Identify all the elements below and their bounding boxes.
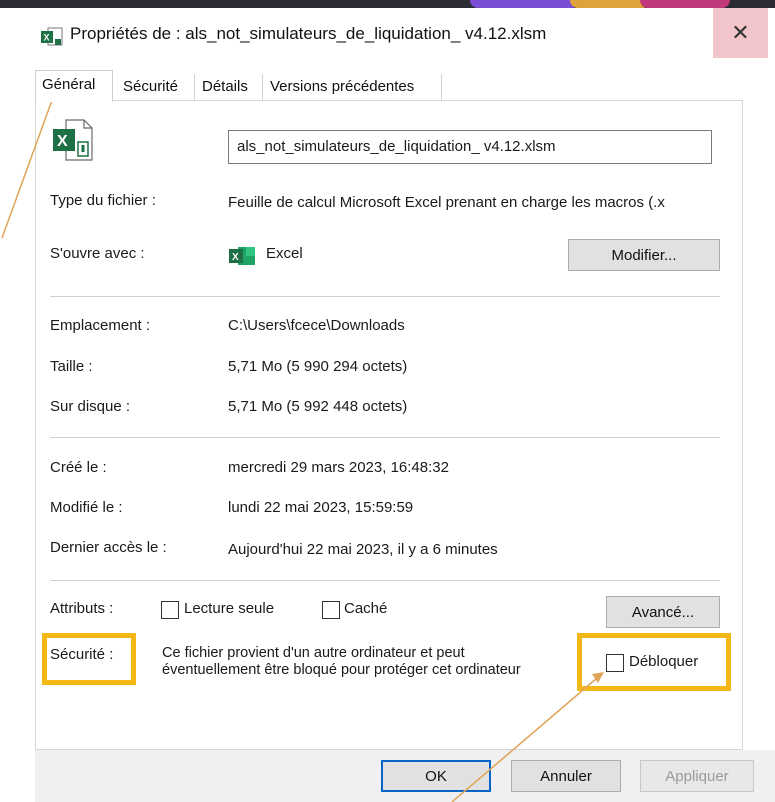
location-label: Emplacement : <box>50 317 151 334</box>
background-shape <box>640 0 730 8</box>
size-value: 5,71 Mo (5 990 294 octets) <box>228 358 408 375</box>
advanced-button-label: Avancé... <box>631 603 695 621</box>
svg-text:X: X <box>57 133 68 150</box>
background-shape <box>570 0 650 8</box>
tab-previous-versions[interactable]: Versions précédentes <box>264 74 442 101</box>
divider <box>50 580 720 581</box>
modified-label: Modifié le : <box>50 499 123 516</box>
size-on-disk-label: Sur disque : <box>50 398 131 415</box>
last-accessed-value: Aujourd'hui 22 mai 2023, il y a 6 minute… <box>228 541 498 558</box>
created-label: Créé le : <box>50 459 107 476</box>
window-title: Propriétés de : als_not_simulateurs_de_l… <box>70 24 547 43</box>
security-message-line1: Ce fichier provient d'un autre ordinateu… <box>162 645 465 661</box>
svg-text:X: X <box>232 252 239 263</box>
cancel-button[interactable]: Annuler <box>511 760 621 792</box>
divider <box>50 437 720 438</box>
attributes-label: Attributs : <box>50 600 114 617</box>
security-message-line2: éventuellement être bloqué pour protéger… <box>162 662 521 678</box>
tab-security[interactable]: Sécurité <box>117 74 195 101</box>
opens-with-value: Excel <box>266 245 303 262</box>
excel-file-icon: X <box>53 119 93 161</box>
cancel-button-label: Annuler <box>540 767 592 785</box>
divider <box>50 296 720 297</box>
apply-button[interactable]: Appliquer <box>640 760 754 792</box>
modify-button-label: Modifier... <box>611 246 677 264</box>
excel-app-icon: X <box>229 247 255 265</box>
file-type-value: Feuille de calcul Microsoft Excel prenan… <box>228 194 665 211</box>
tab-details[interactable]: Détails <box>196 74 263 101</box>
ok-button-label: OK <box>425 767 447 785</box>
created-value: mercredi 29 mars 2023, 16:48:32 <box>228 459 449 476</box>
background-shape <box>470 0 580 8</box>
last-accessed-label: Dernier accès le : <box>50 539 167 556</box>
readonly-checkbox[interactable] <box>161 601 179 619</box>
file-type-label: Type du fichier : <box>50 192 156 209</box>
unblock-label[interactable]: Débloquer <box>629 653 698 670</box>
filename-field[interactable]: als_not_simulateurs_de_liquidation_ v4.1… <box>228 130 712 164</box>
tab-label: Sécurité <box>123 78 179 95</box>
close-button[interactable]: ✕ <box>713 8 768 58</box>
modify-button[interactable]: Modifier... <box>568 239 720 271</box>
svg-text:X: X <box>44 33 50 43</box>
tab-label: Détails <box>202 78 248 95</box>
security-label: Sécurité : <box>50 646 114 663</box>
hidden-checkbox[interactable] <box>322 601 340 619</box>
tab-label: Général <box>42 76 96 93</box>
apply-button-label: Appliquer <box>665 767 729 785</box>
unblock-checkbox[interactable] <box>606 654 624 672</box>
excel-file-icon: X <box>41 27 63 46</box>
size-on-disk-value: 5,71 Mo (5 992 448 octets) <box>228 398 408 415</box>
hidden-label[interactable]: Caché <box>344 600 387 617</box>
background-strip <box>0 0 775 8</box>
opens-with-label: S'ouvre avec : <box>50 245 145 262</box>
advanced-button[interactable]: Avancé... <box>606 596 720 628</box>
tab-general[interactable]: Général <box>35 70 113 102</box>
location-value: C:\Users\fcece\Downloads <box>228 317 405 334</box>
size-label: Taille : <box>50 358 93 375</box>
modified-value: lundi 22 mai 2023, 15:59:59 <box>228 499 414 516</box>
tab-label: Versions précédentes <box>270 78 415 95</box>
ok-button[interactable]: OK <box>381 760 491 792</box>
close-icon: ✕ <box>731 20 750 45</box>
readonly-label[interactable]: Lecture seule <box>184 600 274 617</box>
